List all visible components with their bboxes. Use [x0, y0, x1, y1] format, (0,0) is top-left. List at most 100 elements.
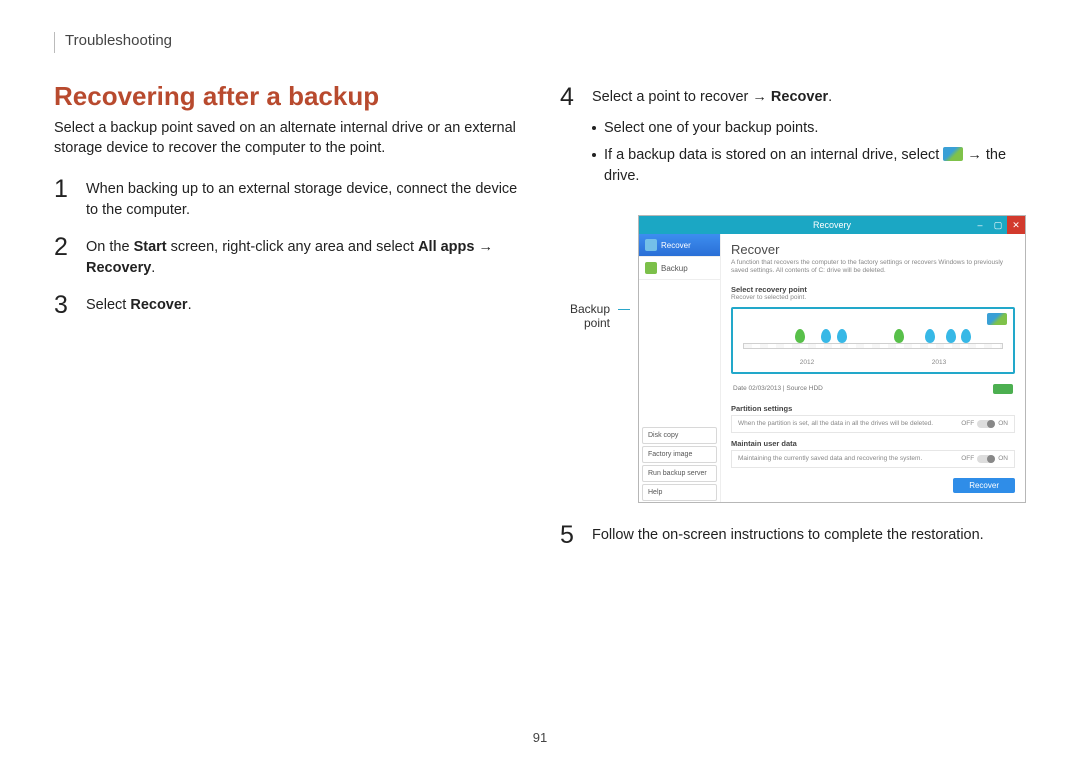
window-buttons: – ▢ ✕: [971, 216, 1025, 234]
bold-start: Start: [134, 239, 167, 255]
off-label: OFF: [961, 420, 974, 427]
step-number: 3: [54, 293, 76, 318]
toggle-switch[interactable]: [977, 455, 995, 463]
maximize-button[interactable]: ▢: [989, 216, 1007, 234]
partition-settings-label: Partition settings: [731, 404, 1015, 413]
panel-title: Recover: [731, 242, 1015, 257]
bold-recover: Recover: [130, 297, 187, 313]
sidebar-label: Backup: [661, 264, 688, 273]
toggle-switch[interactable]: [977, 420, 995, 428]
intro-paragraph: Select a backup point saved on an altern…: [54, 118, 520, 159]
bullet-list: Select one of your backup points. If a b…: [592, 118, 1026, 187]
select-recovery-point-desc: Recover to selected point.: [731, 294, 1015, 301]
step-text: Select a point to recover → Recover. Sel…: [592, 85, 1026, 201]
text-fragment: .: [828, 89, 832, 105]
step-text: Follow the on-screen instructions to com…: [592, 523, 1026, 548]
text-fragment: Select: [86, 297, 130, 313]
on-label: ON: [998, 420, 1008, 427]
recovery-app-screenshot: Recovery – ▢ ✕ Recover: [638, 215, 1026, 503]
breadcrumb: Troubleshooting: [54, 32, 1026, 53]
step-3: 3 Select Recover.: [54, 293, 520, 318]
right-column: 4 Select a point to recover → Recover. S…: [560, 71, 1026, 562]
step-1: 1 When backing up to an external storage…: [54, 177, 520, 221]
sidebar: Recover Backup Disk copy Factory image: [639, 234, 721, 502]
bold-recover: Recover: [771, 89, 828, 105]
drive-thumbnail-icon[interactable]: [987, 313, 1007, 325]
sidebar-bottom: Disk copy Factory image Run backup serve…: [639, 426, 720, 502]
backup-point-pin[interactable]: [821, 329, 831, 343]
toggle-group: OFF ON: [961, 455, 1008, 463]
backup-point-pin[interactable]: [837, 329, 847, 343]
step-number: 1: [54, 177, 76, 221]
step-number: 4: [560, 85, 582, 201]
bullet-item: If a backup data is stored on an interna…: [592, 145, 1026, 187]
left-column: Recovering after a backup Select a backu…: [54, 71, 520, 562]
partition-settings-row: When the partition is set, all the data …: [731, 415, 1015, 433]
step-2: 2 On the Start screen, right-click any a…: [54, 235, 520, 279]
partition-settings: Partition settings When the partition is…: [731, 404, 1015, 433]
minimize-button[interactable]: –: [971, 216, 989, 234]
bullet-text: If a backup data is stored on an interna…: [604, 145, 1026, 187]
bullet-item: Select one of your backup points.: [592, 118, 1026, 139]
manual-page: Troubleshooting Recovering after a backu…: [0, 0, 1080, 763]
section-heading: Recovering after a backup: [54, 81, 520, 112]
text-fragment: If a backup data is stored on an interna…: [604, 147, 943, 163]
timeline-track[interactable]: [743, 327, 1003, 357]
step-4: 4 Select a point to recover → Recover. S…: [560, 85, 1026, 201]
main-panel: Recover A function that recovers the com…: [721, 234, 1025, 502]
panel-footer: Recover: [731, 468, 1015, 493]
callout-leader: [618, 215, 630, 310]
backup-point-pin[interactable]: [795, 329, 805, 343]
backup-point-pin[interactable]: [894, 329, 904, 343]
backup-point-pin[interactable]: [946, 329, 956, 343]
bullet-dot-icon: [592, 153, 596, 157]
callout-line2: point: [584, 316, 610, 330]
toggle-knob-icon: [987, 420, 995, 428]
setting-desc: When the partition is set, all the data …: [738, 420, 933, 427]
backup-point-pin[interactable]: [925, 329, 935, 343]
text-fragment: .: [188, 297, 192, 313]
sidebar-label: Recover: [661, 241, 691, 250]
maintain-user-data: Maintain user data Maintaining the curre…: [731, 439, 1015, 468]
close-button[interactable]: ✕: [1007, 216, 1025, 234]
step-text: Select Recover.: [86, 293, 520, 318]
step-text: On the Start screen, right-click any are…: [86, 235, 520, 279]
step-number: 2: [54, 235, 76, 279]
timeline-rail: [743, 343, 1003, 349]
toggle-group: OFF ON: [961, 420, 1008, 428]
bullet-dot-icon: [592, 126, 596, 130]
on-label: ON: [998, 455, 1008, 462]
backup-icon: [645, 262, 657, 274]
bold-allapps: All apps: [418, 239, 474, 255]
meta-badge-icon: [993, 384, 1013, 394]
selection-meta: Date 02/03/2013 | Source HDD: [731, 380, 1015, 398]
toggle-knob-icon: [987, 455, 995, 463]
sidebar-top: Recover Backup: [639, 234, 720, 280]
callout-line1: Backup: [570, 302, 610, 316]
sidebar-item-recover[interactable]: Recover: [639, 234, 720, 257]
text-fragment: screen, right-click any area and select: [167, 239, 418, 255]
bold-recovery: Recovery: [86, 260, 151, 276]
recover-icon: [645, 239, 657, 251]
setting-desc: Maintaining the currently saved data and…: [738, 455, 922, 462]
screenshot-callout-row: Backup point Recovery – ▢ ✕: [560, 215, 1026, 503]
text-fragment: On the: [86, 239, 134, 255]
drive-thumbnail-icon: [943, 147, 963, 161]
disk-copy-button[interactable]: Disk copy: [642, 427, 717, 444]
timeline-highlight-box: 2012 2013: [731, 307, 1015, 374]
year-label: 2013: [873, 359, 1005, 366]
recover-button[interactable]: Recover: [953, 478, 1015, 493]
window-body: Recover Backup Disk copy Factory image: [639, 234, 1025, 502]
titlebar: Recovery – ▢ ✕: [639, 216, 1025, 234]
step-5: 5 Follow the on-screen instructions to c…: [560, 523, 1026, 548]
backup-point-pin[interactable]: [961, 329, 971, 343]
text-fragment: Select a point to recover →: [592, 89, 771, 105]
panel-description: A function that recovers the computer to…: [731, 259, 1015, 275]
text-fragment: .: [151, 260, 155, 276]
help-button[interactable]: Help: [642, 484, 717, 501]
sidebar-item-backup[interactable]: Backup: [639, 257, 720, 280]
factory-image-button[interactable]: Factory image: [642, 446, 717, 463]
callout-label: Backup point: [560, 215, 610, 331]
maintain-user-data-label: Maintain user data: [731, 439, 1015, 448]
run-backup-server-button[interactable]: Run backup server: [642, 465, 717, 482]
